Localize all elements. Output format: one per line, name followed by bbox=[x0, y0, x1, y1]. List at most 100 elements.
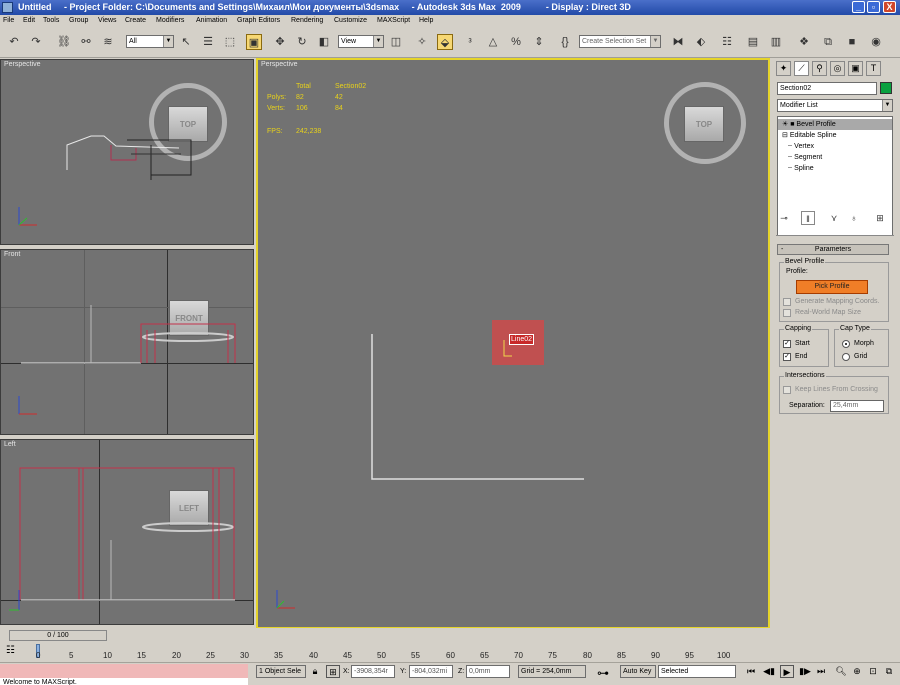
rendered-frame-window-icon[interactable]: ■ bbox=[844, 34, 860, 50]
menu-edit[interactable]: Edit bbox=[23, 17, 35, 24]
key-icon[interactable]: ⊶ bbox=[594, 667, 612, 680]
menu-tools[interactable]: Tools bbox=[43, 17, 59, 24]
named-selection-sets-input[interactable]: Create Selection Set ▼ bbox=[579, 35, 661, 48]
menu-animation[interactable]: Animation bbox=[196, 17, 227, 24]
scale-icon[interactable]: ◧ bbox=[316, 34, 332, 50]
show-end-result-icon[interactable]: ‖ bbox=[801, 211, 815, 225]
stack-item-bevel-profile[interactable]: ☀ ■ Bevel Profile bbox=[778, 119, 892, 130]
grid-radio[interactable] bbox=[842, 353, 850, 361]
minus-box-icon[interactable]: ■ bbox=[790, 121, 794, 128]
object-color-swatch[interactable] bbox=[880, 82, 892, 94]
menu-views[interactable]: Views bbox=[98, 17, 117, 24]
redo-icon[interactable]: ↷ bbox=[28, 34, 44, 50]
auto-key-button[interactable]: Auto Key bbox=[620, 665, 656, 678]
spinner-snap-icon[interactable]: ⇕ bbox=[531, 34, 547, 50]
rotate-icon[interactable]: ↻ bbox=[294, 34, 310, 50]
reference-coordinate-dropdown[interactable]: View ▼ bbox=[338, 35, 384, 48]
material-editor-icon[interactable]: ❖ bbox=[796, 34, 812, 50]
x-coordinate-field[interactable]: -3908,354r bbox=[351, 665, 395, 678]
next-frame-icon[interactable]: ▮▶ bbox=[798, 665, 812, 678]
select-object-icon[interactable]: ↖ bbox=[178, 34, 194, 50]
separation-spinner[interactable]: 25,4mm bbox=[830, 400, 884, 412]
pin-stack-icon[interactable]: ⊸ bbox=[777, 211, 791, 225]
minimize-button[interactable]: _ bbox=[852, 1, 865, 13]
pick-profile-button[interactable]: Pick Profile bbox=[796, 280, 868, 294]
play-icon[interactable]: ▶ bbox=[780, 665, 794, 678]
morph-radio[interactable] bbox=[842, 340, 850, 348]
menu-modifiers[interactable]: Modifiers bbox=[156, 17, 184, 24]
maxscript-mini-listener-output[interactable]: Welcome to MAXScript. bbox=[0, 678, 248, 685]
generate-mapping-checkbox[interactable] bbox=[783, 298, 791, 306]
viewport-perspective-main[interactable]: Perspective Total Section02 Polys: 82 42… bbox=[256, 58, 770, 629]
modifier-list-dropdown[interactable]: Modifier List ▼ bbox=[777, 99, 893, 112]
start-checkbox[interactable]: ✓ bbox=[783, 340, 791, 348]
collapse-icon[interactable]: ⊟ bbox=[782, 132, 788, 139]
motion-tab-icon[interactable]: ◎ bbox=[830, 61, 845, 76]
unlink-icon[interactable]: ⚯ bbox=[78, 34, 94, 50]
object-name-field[interactable]: Section02 bbox=[777, 82, 877, 95]
configure-modifier-sets-icon[interactable]: ⊞ bbox=[873, 211, 887, 225]
viewport-perspective-small[interactable]: Perspective TOP bbox=[0, 59, 254, 245]
edit-named-selection-icon[interactable]: {} bbox=[557, 34, 573, 50]
hierarchy-tab-icon[interactable]: ⚲ bbox=[812, 61, 827, 76]
stack-item-segment[interactable]: ┈ Segment bbox=[778, 152, 892, 163]
utilities-tab-icon[interactable]: T bbox=[866, 61, 881, 76]
maximize-button[interactable]: ▫ bbox=[867, 1, 880, 13]
layer-manager-icon[interactable]: ☷ bbox=[719, 34, 735, 50]
quick-render-icon[interactable]: ◉ bbox=[868, 34, 884, 50]
menu-maxscript[interactable]: MAXScript bbox=[377, 17, 410, 24]
real-world-map-checkbox[interactable] bbox=[783, 309, 791, 317]
rectangle-selection-icon[interactable]: ⬚ bbox=[222, 34, 238, 50]
lock-icon[interactable]: 🔒︎ bbox=[308, 665, 322, 678]
go-to-start-icon[interactable]: ⏮ bbox=[744, 665, 758, 678]
menu-file[interactable]: File bbox=[3, 17, 14, 24]
menu-create[interactable]: Create bbox=[125, 17, 146, 24]
percent-snap-icon[interactable]: % bbox=[508, 34, 524, 50]
mirror-icon[interactable]: ⧓ bbox=[670, 34, 686, 50]
bind-to-space-warp-icon[interactable]: ≋ bbox=[100, 34, 116, 50]
absolute-mode-icon[interactable]: ⊞ bbox=[326, 665, 340, 678]
keyboard-shortcut-override-icon[interactable]: ⬙ bbox=[437, 34, 453, 50]
time-slider[interactable]: 0 / 100 bbox=[9, 630, 107, 641]
display-tab-icon[interactable]: ▣ bbox=[848, 61, 863, 76]
select-by-name-icon[interactable]: ☰ bbox=[200, 34, 216, 50]
snaps-toggle-icon[interactable]: ᵌ bbox=[462, 34, 478, 50]
render-setup-icon[interactable]: ⧉ bbox=[820, 34, 836, 50]
lightbulb-icon[interactable]: ☀ bbox=[782, 121, 788, 128]
zoom-all-icon[interactable]: ⊕ bbox=[850, 665, 864, 678]
maxscript-mini-listener-input[interactable] bbox=[0, 664, 248, 678]
key-filter-dropdown[interactable]: Selected bbox=[658, 665, 736, 678]
menu-rendering[interactable]: Rendering bbox=[291, 17, 323, 24]
make-unique-icon[interactable]: ⋎ bbox=[827, 211, 841, 225]
menu-customize[interactable]: Customize bbox=[334, 17, 367, 24]
menu-group[interactable]: Group bbox=[69, 17, 88, 24]
time-slider-track[interactable] bbox=[0, 628, 772, 641]
select-and-manipulate-icon[interactable]: ✧ bbox=[414, 34, 430, 50]
viewport-front[interactable]: Front FRONT bbox=[0, 249, 254, 435]
window-crossing-icon[interactable]: ▣ bbox=[246, 34, 262, 50]
zoom-extents-all-icon[interactable]: ⧉ bbox=[882, 665, 896, 678]
menu-graph-editors[interactable]: Graph Editors bbox=[237, 17, 280, 24]
move-icon[interactable]: ✥ bbox=[272, 34, 288, 50]
create-tab-icon[interactable]: ✦ bbox=[776, 61, 791, 76]
curve-editor-icon[interactable]: ▤ bbox=[745, 34, 761, 50]
undo-icon[interactable]: ↶ bbox=[6, 34, 22, 50]
close-button[interactable]: X bbox=[883, 1, 896, 13]
parameters-rollout-header[interactable]: - Parameters bbox=[777, 244, 889, 255]
selection-filter-dropdown[interactable]: All ▼ bbox=[126, 35, 174, 48]
zoom-icon[interactable]: 🔍︎ bbox=[834, 665, 848, 678]
modify-tab-icon[interactable]: ⟋ bbox=[794, 61, 809, 76]
previous-frame-icon[interactable]: ◀▮ bbox=[762, 665, 776, 678]
angle-snap-icon[interactable]: △ bbox=[485, 34, 501, 50]
go-to-end-icon[interactable]: ⏭ bbox=[814, 665, 828, 678]
app-icon[interactable] bbox=[2, 2, 13, 13]
stack-item-spline[interactable]: ┈ Spline bbox=[778, 163, 892, 174]
schematic-view-icon[interactable]: ▥ bbox=[768, 34, 784, 50]
select-and-link-icon[interactable]: ⛓ bbox=[56, 34, 72, 50]
remove-modifier-icon[interactable]: ♁ bbox=[847, 211, 861, 225]
zoom-extents-icon[interactable]: ⊡ bbox=[866, 665, 880, 678]
z-coordinate-field[interactable]: 0,0mm bbox=[466, 665, 510, 678]
menu-help[interactable]: Help bbox=[419, 17, 433, 24]
align-icon[interactable]: ⬖ bbox=[693, 34, 709, 50]
y-coordinate-field[interactable]: -804,032mi bbox=[409, 665, 453, 678]
